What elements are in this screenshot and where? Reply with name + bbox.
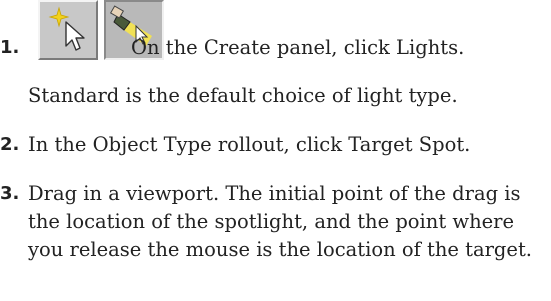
step-2: 2. In the Object Type rollout, click Tar… xyxy=(0,131,551,171)
step-text: On the Create panel, click Lights. xyxy=(131,36,465,59)
step-text: Drag in a viewport. The initial point of… xyxy=(28,182,532,261)
step-number: 2. xyxy=(0,134,20,155)
step-3: 3. Drag in a viewport. The initial point… xyxy=(0,180,551,301)
step-1: 1. On the Create panel, click Lights. St… xyxy=(0,0,551,120)
step-number: 3. xyxy=(0,183,20,204)
step-text: In the Object Type rollout, click Target… xyxy=(28,133,471,156)
help-page: { "steps": [ { "number": "1.", "icons": … xyxy=(0,0,551,301)
create-panel-icon xyxy=(38,0,98,60)
step-note: Standard is the default choice of light … xyxy=(28,84,458,107)
step-number: 1. xyxy=(0,37,20,58)
